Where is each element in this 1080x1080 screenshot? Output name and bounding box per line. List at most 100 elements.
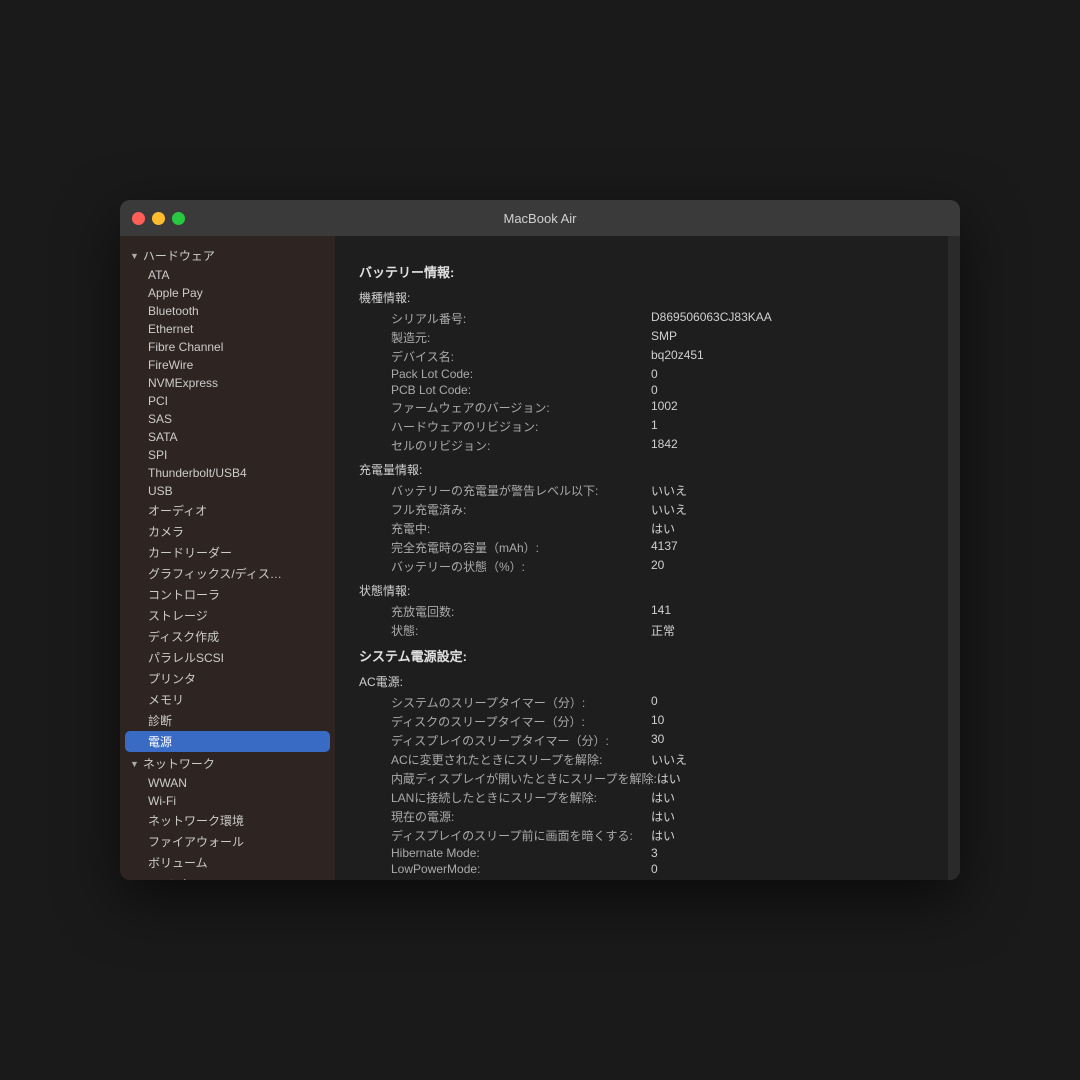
full-charge-label: フル充電済み: xyxy=(391,501,651,518)
minimize-button[interactable] xyxy=(152,212,165,225)
battery-state-value: 20 xyxy=(651,558,664,575)
sidebar-item-diagnostics[interactable]: 診断 xyxy=(120,710,335,731)
full-capacity-row: 完全充電時の容量（mAh）: 4137 xyxy=(375,538,924,557)
ac-disk-sleep-value: 10 xyxy=(651,713,664,730)
scrollbar-track[interactable] xyxy=(948,236,960,880)
display-wake-row: 内蔵ディスプレイが開いたときにスリープを解除: はい xyxy=(375,769,924,788)
battery-section-title: バッテリー情報: xyxy=(359,262,924,281)
sidebar-item-ethernet[interactable]: Ethernet xyxy=(120,320,335,338)
sidebar-item-wwan[interactable]: WWAN xyxy=(120,774,335,792)
warning-label: バッテリーの充電量が警告レベル以下: xyxy=(391,482,651,499)
sidebar-item-ata[interactable]: ATA xyxy=(120,266,335,284)
machine-info-title: 機種情報: xyxy=(359,289,924,306)
pcb-lot-row: PCB Lot Code: 0 xyxy=(375,382,924,398)
pcb-lot-label: PCB Lot Code: xyxy=(391,383,651,397)
warning-row: バッテリーの充電量が警告レベル以下: いいえ xyxy=(375,481,924,500)
serial-value: D869506063CJ83KAA xyxy=(651,310,772,327)
cycle-count-value: 141 xyxy=(651,603,671,620)
sidebar-item-firewire[interactable]: FireWire xyxy=(120,356,335,374)
sidebar-section-software[interactable]: ▼ ソフトウェア xyxy=(120,873,335,880)
sidebar-item-wifi[interactable]: Wi-Fi xyxy=(120,792,335,810)
sidebar-item-thunderbolt[interactable]: Thunderbolt/USB4 xyxy=(120,464,335,482)
sidebar[interactable]: ▼ ハードウェア ATA Apple Pay Bluetooth Etherne… xyxy=(120,236,335,880)
sidebar-item-storage[interactable]: ストレージ xyxy=(120,605,335,626)
device-name-value: bq20z451 xyxy=(651,348,704,365)
cycle-count-label: 充放電回数: xyxy=(391,603,651,620)
sidebar-section-network[interactable]: ▼ ネットワーク xyxy=(120,752,335,774)
sidebar-item-audio[interactable]: オーディオ xyxy=(120,500,335,521)
sidebar-item-nvmexpress[interactable]: NVMExpress xyxy=(120,374,335,392)
status-info-title: 状態情報: xyxy=(359,582,924,599)
dim-sleep-value: はい xyxy=(651,827,675,844)
sidebar-item-cardreader[interactable]: カードリーダー xyxy=(120,542,335,563)
manufacturer-label: 製造元: xyxy=(391,329,651,346)
sidebar-item-network-env[interactable]: ネットワーク環境 xyxy=(120,810,335,831)
main-window: MacBook Air ▼ ハードウェア ATA Apple Pay Bluet… xyxy=(120,200,960,880)
sidebar-item-graphics[interactable]: グラフィックス/ディス… xyxy=(120,563,335,584)
sidebar-item-usb[interactable]: USB xyxy=(120,482,335,500)
cell-rev-value: 1842 xyxy=(651,437,678,454)
traffic-lights xyxy=(132,212,185,225)
sidebar-item-sas[interactable]: SAS xyxy=(120,410,335,428)
ac-disk-sleep-label: ディスクのスリープタイマー（分）: xyxy=(391,713,651,730)
manufacturer-value: SMP xyxy=(651,329,677,346)
ac-display-sleep-label: ディスプレイのスリープタイマー（分）: xyxy=(391,732,651,749)
pack-lot-value: 0 xyxy=(651,367,658,381)
ac-sys-sleep-row: システムのスリープタイマー（分）: 0 xyxy=(375,693,924,712)
serial-row: シリアル番号: D869506063CJ83KAA xyxy=(375,309,924,328)
chevron-down-icon: ▼ xyxy=(130,251,139,261)
maximize-button[interactable] xyxy=(172,212,185,225)
sidebar-item-controller[interactable]: コントローラ xyxy=(120,584,335,605)
ac-display-sleep-value: 30 xyxy=(651,732,664,749)
sidebar-section-hardware[interactable]: ▼ ハードウェア xyxy=(120,244,335,266)
ac-power-block: AC電源: システムのスリープタイマー（分）: 0 ディスクのスリープタイマー（… xyxy=(359,673,924,880)
sidebar-item-parallelscsi[interactable]: パラレルSCSI xyxy=(120,647,335,668)
firmware-row: ファームウェアのバージョン: 1002 xyxy=(375,398,924,417)
condition-value: 正常 xyxy=(651,622,675,639)
charge-info-block: 充電量情報: バッテリーの充電量が警告レベル以下: いいえ フル充電済み: いい… xyxy=(359,461,924,576)
power-section-title: システム電源設定: xyxy=(359,646,924,665)
close-button[interactable] xyxy=(132,212,145,225)
hardware-rev-label: ハードウェアのリビジョン: xyxy=(391,418,651,435)
machine-info-block: 機種情報: シリアル番号: D869506063CJ83KAA 製造元: SMP… xyxy=(359,289,924,455)
display-wake-value: はい xyxy=(657,770,681,787)
main-content: バッテリー情報: 機種情報: シリアル番号: D869506063CJ83KAA… xyxy=(335,236,948,880)
sidebar-item-diskcreation[interactable]: ディスク作成 xyxy=(120,626,335,647)
pack-lot-label: Pack Lot Code: xyxy=(391,367,651,381)
prioritize-network-row: PrioritizeNetworkReachabilityOverSleep: … xyxy=(375,877,924,880)
condition-row: 状態: 正常 xyxy=(375,621,924,640)
low-power-row: LowPowerMode: 0 xyxy=(375,861,924,877)
hardware-rev-row: ハードウェアのリビジョン: 1 xyxy=(375,417,924,436)
sidebar-item-power[interactable]: 電源 xyxy=(125,731,330,752)
sidebar-item-volume[interactable]: ボリューム xyxy=(120,852,335,873)
lan-wake-value: はい xyxy=(651,789,675,806)
sidebar-item-pci[interactable]: PCI xyxy=(120,392,335,410)
sidebar-item-memory[interactable]: メモリ xyxy=(120,689,335,710)
charging-label: 充電中: xyxy=(391,520,651,537)
network-section-label: ネットワーク xyxy=(143,755,215,772)
device-name-row: デバイス名: bq20z451 xyxy=(375,347,924,366)
sidebar-item-camera[interactable]: カメラ xyxy=(120,521,335,542)
charging-row: 充電中: はい xyxy=(375,519,924,538)
low-power-label: LowPowerMode: xyxy=(391,862,651,876)
prioritize-network-value: 0 xyxy=(651,878,658,880)
manufacturer-row: 製造元: SMP xyxy=(375,328,924,347)
sidebar-item-spi[interactable]: SPI xyxy=(120,446,335,464)
cell-rev-label: セルのリビジョン: xyxy=(391,437,651,454)
sidebar-item-bluetooth[interactable]: Bluetooth xyxy=(120,302,335,320)
dim-sleep-row: ディスプレイのスリープ前に画面を暗くする: はい xyxy=(375,826,924,845)
hibernate-mode-label: Hibernate Mode: xyxy=(391,846,651,860)
hibernate-mode-value: 3 xyxy=(651,846,658,860)
pcb-lot-value: 0 xyxy=(651,383,658,397)
sidebar-item-sata[interactable]: SATA xyxy=(120,428,335,446)
status-info-fields: 充放電回数: 141 状態: 正常 xyxy=(375,602,924,640)
sidebar-item-printer[interactable]: プリンタ xyxy=(120,668,335,689)
lan-wake-label: LANに接続したときにスリープを解除: xyxy=(391,789,651,806)
chevron-down-icon-network: ▼ xyxy=(130,759,139,769)
hibernate-mode-row: Hibernate Mode: 3 xyxy=(375,845,924,861)
sidebar-item-fibrechannel[interactable]: Fibre Channel xyxy=(120,338,335,356)
sidebar-item-firewall[interactable]: ファイアウォール xyxy=(120,831,335,852)
sidebar-item-applepay[interactable]: Apple Pay xyxy=(120,284,335,302)
ac-wake-label: ACに変更されたときにスリープを解除: xyxy=(391,751,651,768)
software-section-label: ソフトウェア xyxy=(143,876,215,880)
